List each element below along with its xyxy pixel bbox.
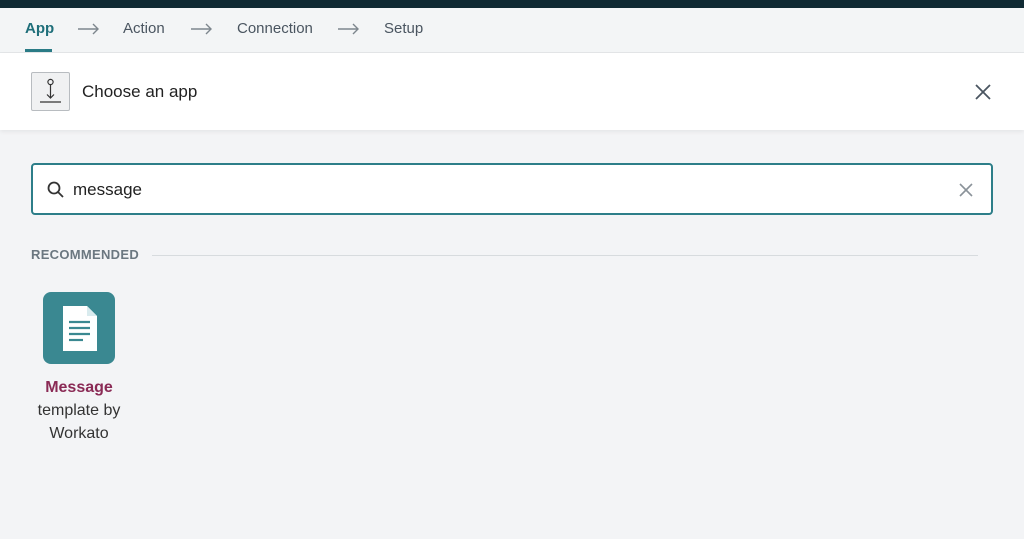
step-app[interactable]: App	[25, 20, 54, 37]
section-heading: RECOMMENDED	[31, 247, 140, 262]
search-icon	[47, 181, 64, 198]
wizard-steps: App Action Connection Setup	[0, 8, 1024, 53]
app-search-box[interactable]	[31, 163, 993, 215]
document-icon	[43, 292, 115, 364]
step-action[interactable]: Action	[123, 20, 165, 37]
arrow-right-icon	[78, 23, 99, 35]
app-card[interactable]: Message template by Workato	[22, 292, 136, 452]
close-icon[interactable]	[972, 81, 994, 103]
arrow-right-icon	[191, 23, 212, 35]
arrow-right-icon	[338, 23, 359, 35]
top-bar	[0, 0, 1024, 8]
search-input[interactable]	[73, 176, 933, 204]
app-placeholder-icon	[31, 72, 70, 111]
app-name-match: Message	[45, 379, 113, 396]
section-divider	[152, 255, 978, 256]
page-title: Choose an app	[82, 82, 198, 101]
choose-app-header: Choose an app	[0, 53, 1024, 130]
step-connection[interactable]: Connection	[237, 20, 313, 37]
step-setup[interactable]: Setup	[384, 20, 423, 37]
app-name-rest: template by Workato	[37, 402, 121, 442]
clear-icon[interactable]	[957, 181, 975, 199]
app-name: Message template by Workato	[22, 376, 136, 445]
active-step-indicator	[25, 49, 52, 52]
